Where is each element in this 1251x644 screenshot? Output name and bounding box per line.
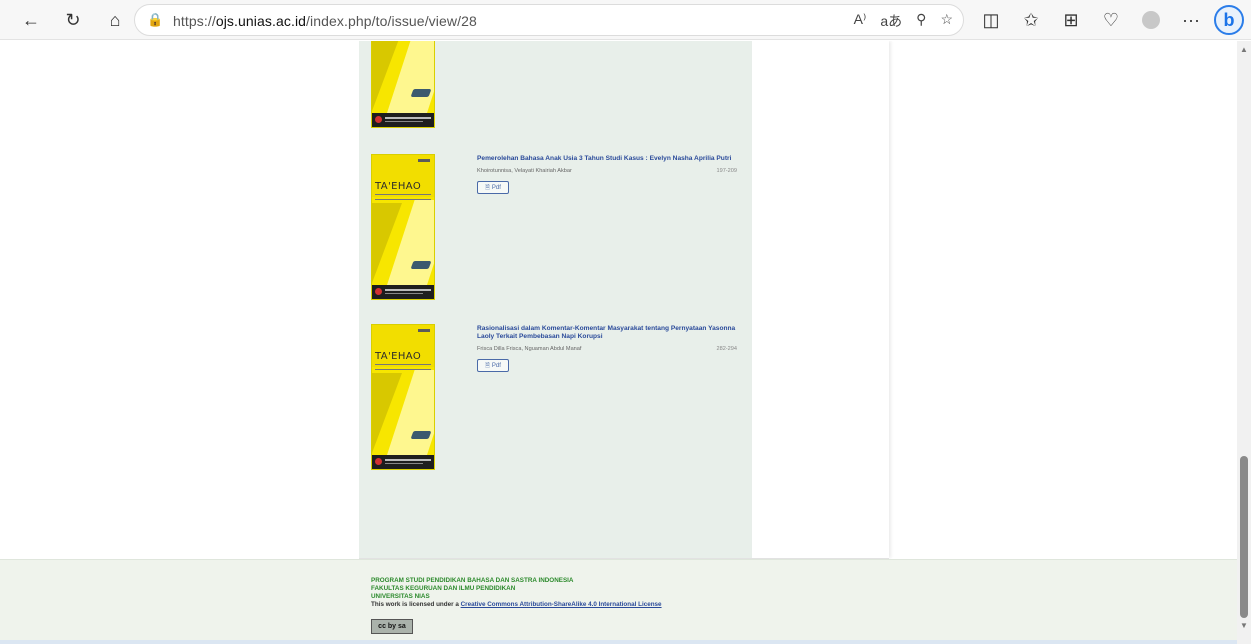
scroll-thumb[interactable]	[1240, 456, 1248, 618]
graduation-cap-icon	[410, 89, 432, 97]
collections-icon[interactable]: ⊞	[1056, 5, 1086, 35]
article-cover[interactable]: TA'EHAO	[371, 324, 435, 470]
url-text[interactable]: https://ojs.unias.ac.id/index.php/to/iss…	[173, 13, 477, 29]
profile-icon[interactable]	[1136, 5, 1166, 35]
issue-cover-partial[interactable]	[371, 41, 435, 128]
cover-title: TA'EHAO	[375, 351, 422, 362]
scroll-down-icon[interactable]: ▼	[1240, 621, 1248, 630]
issue-content: TA'EHAO Pemerolehan Bahasa Anak Usia 3 T…	[359, 41, 752, 558]
article-authors: Frisca Dilla Frisca, Nguaman Abdul Manaf	[477, 346, 582, 352]
vertical-scrollbar[interactable]: ▲ ▼	[1237, 41, 1251, 644]
page-viewport: TA'EHAO Pemerolehan Bahasa Anak Usia 3 T…	[0, 41, 1237, 644]
favorite-icon[interactable]: ☆	[940, 11, 953, 31]
lock-icon[interactable]: 🔒	[147, 12, 163, 28]
bing-icon[interactable]: b	[1214, 5, 1244, 35]
refresh-icon[interactable]: ↻	[58, 5, 88, 35]
home-icon[interactable]: ⌂	[100, 5, 130, 35]
read-aloud-icon[interactable]: A⁾	[854, 11, 867, 31]
zoom-icon[interactable]: ⚲	[916, 11, 926, 31]
article-title-link[interactable]: Rasionalisasi dalam Komentar-Komentar Ma…	[477, 325, 737, 341]
license-link[interactable]: Creative Commons Attribution-ShareAlike …	[461, 601, 662, 608]
file-icon: 🗎	[485, 184, 490, 191]
footer-university: UNIVERSITAS NIAS	[371, 593, 430, 600]
article-authors: Khoirotunnisa, Velayati Khairiah Akbar	[477, 168, 572, 174]
browser-essentials-icon[interactable]: ♡	[1096, 5, 1126, 35]
footer-program: PROGRAM STUDI PENDIDIKAN BAHASA DAN SAST…	[371, 577, 574, 584]
bottom-status-strip	[0, 640, 1237, 644]
more-icon[interactable]: ···	[1176, 5, 1206, 35]
license-statement: This work is licensed under a Creative C…	[371, 601, 662, 608]
file-icon: 🗎	[485, 362, 490, 369]
cover-title: TA'EHAO	[375, 181, 422, 192]
article-pages: 197-209	[716, 168, 737, 174]
footer-faculty: FAKULTAS KEGURUAN DAN ILMU PENDIDIKAN	[371, 585, 516, 592]
split-screen-icon[interactable]: ◫	[976, 5, 1006, 35]
pdf-download-button[interactable]: 🗎 Pdf	[477, 181, 509, 194]
graduation-cap-icon	[410, 431, 432, 439]
favorites-icon[interactable]: ✩	[1016, 5, 1046, 35]
site-footer: PROGRAM STUDI PENDIDIKAN BAHASA DAN SAST…	[0, 559, 1237, 644]
cc-license-badge[interactable]: cc by sa	[371, 619, 413, 634]
footer-text: PROGRAM STUDI PENDIDIKAN BAHASA DAN SAST…	[371, 577, 662, 609]
article-pages: 282-294	[716, 346, 737, 352]
graduation-cap-icon	[410, 261, 432, 269]
scroll-up-icon[interactable]: ▲	[1240, 45, 1248, 54]
address-bar[interactable]: 🔒 https://ojs.unias.ac.id/index.php/to/i…	[134, 4, 964, 36]
article-cover[interactable]: TA'EHAO	[371, 154, 435, 300]
article-title-link[interactable]: Pemerolehan Bahasa Anak Usia 3 Tahun Stu…	[477, 155, 737, 163]
browser-toolbar: ← ↻ ⌂ 🔒 https://ojs.unias.ac.id/index.ph…	[0, 0, 1251, 40]
translate-icon[interactable]: aあ	[880, 11, 902, 31]
sidebar	[752, 41, 889, 558]
pdf-download-button[interactable]: 🗎 Pdf	[477, 359, 509, 372]
back-icon[interactable]: ←	[16, 5, 46, 35]
